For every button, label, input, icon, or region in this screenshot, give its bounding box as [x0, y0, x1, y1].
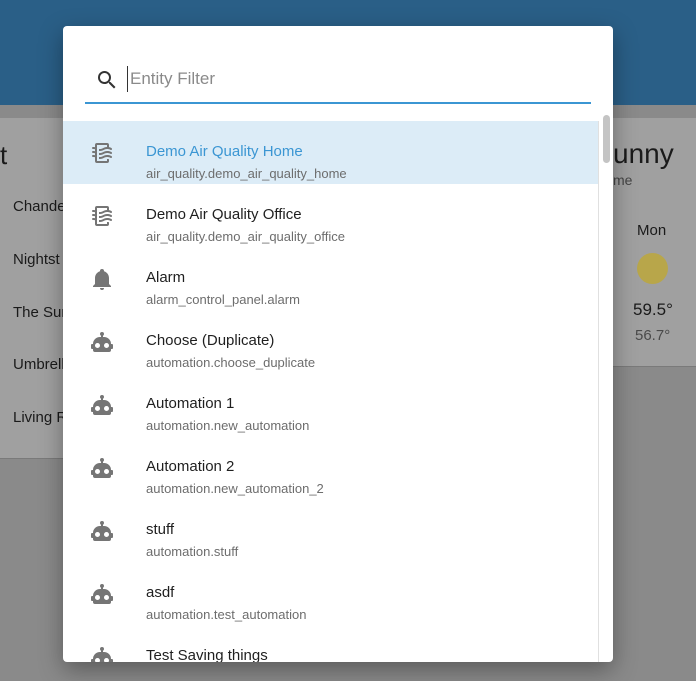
forecast-low: 56.7° [635, 327, 671, 344]
entity-id: alarm_control_panel.alarm [146, 292, 300, 307]
entity-row: Chande [13, 198, 66, 215]
list-item[interactable]: stuff automation.stuff [63, 499, 599, 562]
list-item[interactable]: Demo Air Quality Office air_quality.demo… [63, 184, 599, 247]
entity-id: air_quality.demo_air_quality_office [146, 229, 345, 244]
search-field [85, 60, 591, 104]
list-item[interactable]: Test Saving things [63, 625, 599, 662]
air-filter-icon [92, 206, 113, 226]
robot-icon [91, 521, 113, 541]
robot-icon [91, 647, 113, 662]
entity-name: Test Saving things [146, 647, 268, 662]
sunny-icon [637, 253, 668, 284]
scrollbar-thumb[interactable] [603, 115, 610, 163]
entity-name: Demo Air Quality Office [146, 206, 302, 223]
entity-name: Automation 1 [146, 395, 235, 412]
entity-list[interactable]: Demo Air Quality Home air_quality.demo_a… [63, 121, 599, 662]
entities-card-title: t [0, 140, 8, 170]
entity-row: Umbrell [13, 356, 65, 373]
robot-icon [91, 332, 113, 352]
list-item[interactable]: Demo Air Quality Home air_quality.demo_a… [63, 121, 599, 184]
robot-icon [91, 458, 113, 478]
search-input[interactable] [127, 66, 570, 92]
list-item[interactable]: Automation 1 automation.new_automation [63, 373, 599, 436]
robot-icon [91, 584, 113, 604]
entity-name: Demo Air Quality Home [146, 143, 303, 160]
weather-location: me [613, 172, 633, 188]
entity-name: Choose (Duplicate) [146, 332, 275, 349]
list-item[interactable]: Automation 2 automation.new_automation_2 [63, 436, 599, 499]
weather-condition: unny [613, 138, 674, 169]
entity-id: automation.test_automation [146, 607, 307, 622]
entity-name: stuff [146, 521, 175, 538]
bell-icon [93, 269, 111, 290]
entity-name: Automation 2 [146, 458, 235, 475]
entity-id: automation.new_automation_2 [146, 481, 324, 496]
air-filter-icon [92, 143, 113, 163]
forecast-high: 59.5° [633, 300, 673, 319]
entity-name: asdf [146, 584, 175, 601]
list-item[interactable]: Alarm alarm_control_panel.alarm [63, 247, 599, 310]
list-item[interactable]: asdf automation.test_automation [63, 562, 599, 625]
entity-id: automation.choose_duplicate [146, 355, 316, 370]
entity-id: automation.new_automation [146, 418, 310, 433]
entity-row: Living R [13, 409, 68, 426]
entity-picker-dialog: Demo Air Quality Home air_quality.demo_a… [63, 26, 613, 662]
list-item[interactable]: Choose (Duplicate) automation.choose_dup… [63, 310, 599, 373]
entity-id: air_quality.demo_air_quality_home [146, 166, 347, 181]
robot-icon [91, 395, 113, 415]
scroll-divider [598, 121, 599, 662]
forecast-day: Mon [637, 222, 667, 239]
entity-name: Alarm [146, 269, 186, 286]
entities-card [0, 118, 63, 459]
entity-row: Nightst [13, 251, 60, 268]
entity-row: The Sun [13, 304, 70, 321]
entity-id: automation.stuff [146, 544, 239, 559]
search-icon [98, 71, 116, 89]
